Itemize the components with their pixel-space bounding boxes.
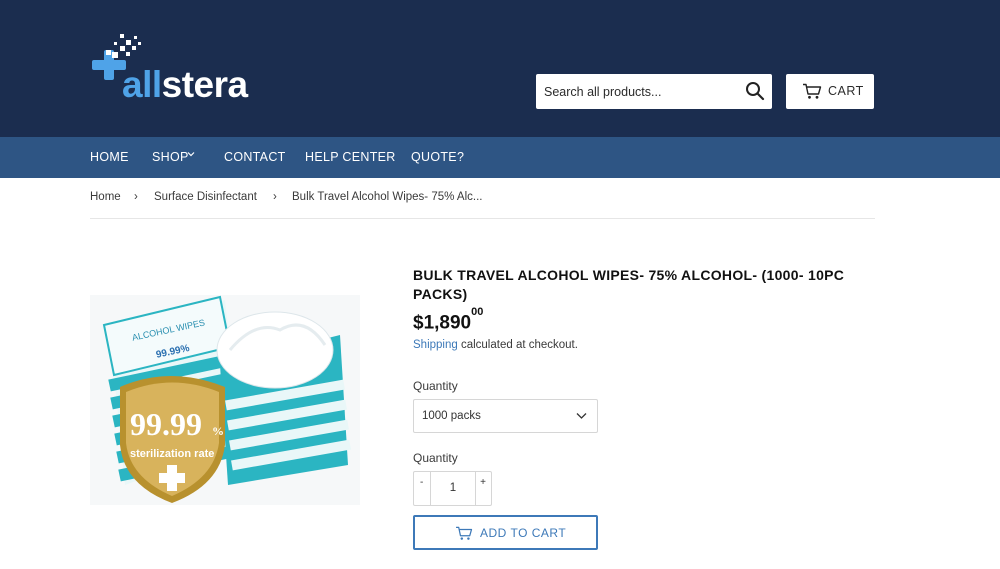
site-header: allstera CART — [0, 0, 1000, 137]
chevron-down-icon[interactable] — [186, 149, 196, 159]
divider — [90, 218, 875, 219]
cart-icon — [803, 83, 822, 99]
nav-item-help-center[interactable]: HELP CENTER — [305, 150, 396, 164]
shipping-text: calculated at checkout. — [457, 339, 578, 351]
badge-percent-sign: % — [212, 424, 224, 438]
nav-item-home[interactable]: HOME — [90, 150, 129, 164]
chevron-down-icon — [576, 413, 587, 419]
cart-icon — [456, 526, 473, 540]
price-cents: 00 — [471, 306, 484, 318]
breadcrumb-separator: › — [273, 191, 277, 203]
quantity-input[interactable]: 1 — [430, 472, 476, 505]
search-box — [536, 74, 772, 109]
logo-text-part2: stera — [161, 64, 248, 105]
nav-item-shop[interactable]: SHOP — [152, 150, 189, 164]
product-title: BULK TRAVEL ALCOHOL WIPES- 75% ALCOHOL- … — [413, 267, 845, 302]
nav-item-contact[interactable]: CONTACT — [224, 150, 286, 164]
quantity-label: Quantity — [413, 451, 458, 465]
main-nav: HOME SHOP CONTACT HELP CENTER QUOTE? — [0, 137, 1000, 178]
shipping-note: Shipping calculated at checkout. — [413, 339, 578, 351]
search-icon — [746, 82, 765, 101]
quantity-increase-button[interactable]: + — [480, 477, 486, 488]
logo-wordmark: allstera — [122, 66, 248, 103]
price-main: $1,890 — [413, 312, 472, 334]
quantity-decrease-button[interactable]: - — [420, 477, 423, 488]
cart-label: CART — [828, 84, 864, 98]
site-logo[interactable]: allstera — [90, 32, 260, 104]
add-to-cart-label: ADD TO CART — [480, 526, 567, 540]
badge-text: sterilization rate — [130, 448, 214, 460]
product-image[interactable]: ALCOHOL WIPES 99.99% 99.99 % sterilizati… — [90, 295, 360, 505]
add-to-cart-button[interactable]: ADD TO CART — [413, 515, 598, 550]
logo-text-part1: all — [122, 64, 162, 105]
product-photo: ALCOHOL WIPES 99.99% 99.99 % sterilizati… — [102, 295, 351, 503]
breadcrumb-separator: › — [134, 191, 138, 203]
quantity-stepper: - 1 + — [413, 471, 492, 506]
product-price: $1,89000 — [413, 306, 483, 334]
variant-select[interactable]: 1000 packs — [413, 399, 598, 433]
breadcrumb-current: Bulk Travel Alcohol Wipes- 75% Alc... — [292, 191, 483, 203]
cart-button[interactable]: CART — [786, 74, 874, 109]
search-button[interactable] — [744, 80, 766, 102]
nav-item-quote[interactable]: QUOTE? — [411, 150, 464, 164]
variant-label: Quantity — [413, 379, 458, 393]
breadcrumb-category[interactable]: Surface Disinfectant — [154, 191, 257, 203]
badge-percent: 99.99 — [130, 406, 202, 442]
search-input[interactable] — [536, 74, 736, 109]
shipping-link[interactable]: Shipping — [413, 339, 458, 351]
variant-select-value: 1000 packs — [422, 410, 481, 422]
breadcrumb-home[interactable]: Home — [90, 191, 121, 203]
